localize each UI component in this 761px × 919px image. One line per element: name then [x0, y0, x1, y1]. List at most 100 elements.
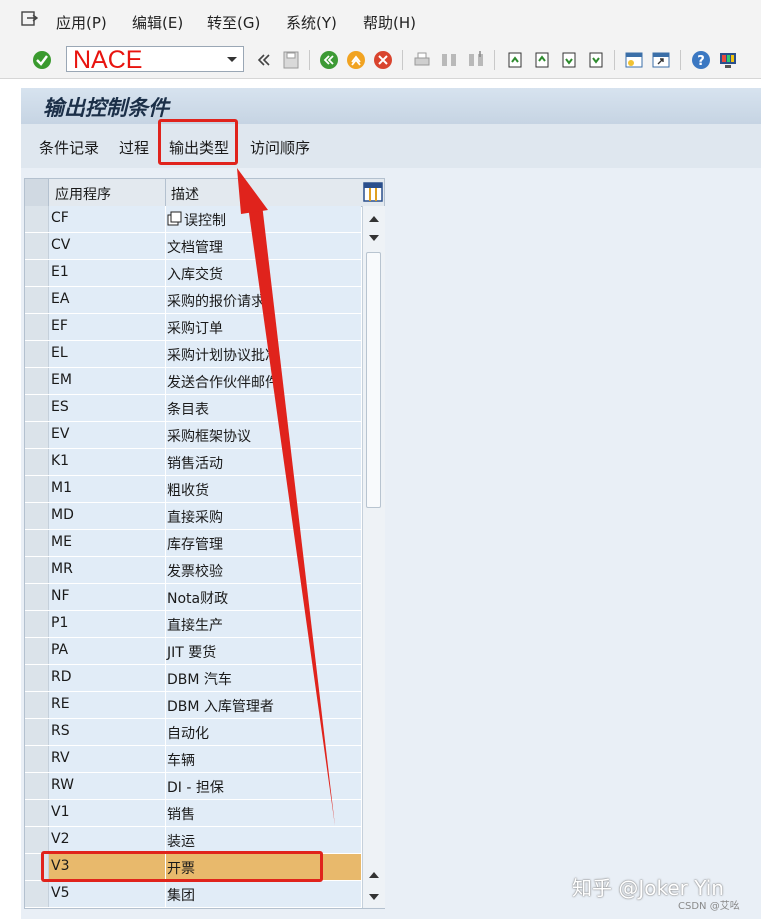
table-row[interactable]: K1 销售活动 — [25, 449, 361, 476]
row-selector[interactable] — [25, 503, 49, 529]
row-selector[interactable] — [25, 530, 49, 556]
back-icon[interactable] — [319, 50, 339, 70]
cell-application[interactable]: CV — [49, 233, 166, 260]
row-selector[interactable] — [25, 800, 49, 826]
menu-item-application[interactable]: 应用(P) — [56, 12, 107, 33]
cell-application[interactable]: PA — [49, 638, 166, 665]
cell-description[interactable]: 文档管理 — [166, 233, 361, 260]
table-row[interactable]: V2 装运 — [25, 827, 361, 854]
cell-description[interactable]: 采购框架协议 — [166, 422, 361, 449]
cancel-icon[interactable] — [373, 50, 393, 70]
table-row[interactable]: P1 直接生产 — [25, 611, 361, 638]
cell-description[interactable]: 库存管理 — [166, 530, 361, 557]
row-selector[interactable] — [25, 665, 49, 691]
cell-description[interactable]: DBM 入库管理者 — [166, 692, 361, 719]
menu-item-goto[interactable]: 转至(G) — [207, 12, 260, 33]
scroll-down-icon[interactable] — [368, 233, 380, 243]
table-row[interactable]: RV 车辆 — [25, 746, 361, 773]
table-row[interactable]: RS 自动化 — [25, 719, 361, 746]
row-selector[interactable] — [25, 638, 49, 664]
cell-application[interactable]: ES — [49, 395, 166, 422]
cell-description[interactable]: 入库交货 — [166, 260, 361, 287]
cell-application[interactable]: RD — [49, 665, 166, 692]
procedures-button[interactable]: 过程 — [119, 137, 149, 158]
table-row[interactable]: EL 采购计划协议批准 — [25, 341, 361, 368]
row-selector[interactable] — [25, 368, 49, 394]
row-selector[interactable] — [25, 395, 49, 421]
table-row[interactable]: RE DBM 入库管理者 — [25, 692, 361, 719]
row-selector[interactable] — [25, 719, 49, 745]
cell-description[interactable]: 误控制 — [166, 206, 361, 233]
column-header-description[interactable]: 描述 — [171, 184, 199, 204]
row-selector[interactable] — [25, 260, 49, 286]
print-icon[interactable] — [412, 50, 432, 70]
cell-application[interactable]: E1 — [49, 260, 166, 287]
menu-item-system[interactable]: 系统(Y) — [286, 12, 337, 33]
cell-description[interactable]: 车辆 — [166, 746, 361, 773]
table-row[interactable]: RD DBM 汽车 — [25, 665, 361, 692]
cell-application[interactable]: RE — [49, 692, 166, 719]
row-selector[interactable] — [25, 881, 49, 907]
cell-application[interactable]: CF — [49, 206, 166, 233]
row-selector[interactable] — [25, 314, 49, 340]
table-row[interactable]: M1 粗收货 — [25, 476, 361, 503]
scroll-up-icon[interactable] — [368, 214, 380, 224]
prev-page-icon[interactable] — [532, 50, 552, 70]
row-selector[interactable] — [25, 746, 49, 772]
command-field[interactable]: NACE — [66, 46, 244, 73]
cell-application[interactable]: MR — [49, 557, 166, 584]
table-row[interactable]: NF Nota财政 — [25, 584, 361, 611]
cell-application[interactable]: V1 — [49, 800, 166, 827]
cell-description[interactable]: 采购订单 — [166, 314, 361, 341]
copy-icon[interactable] — [167, 211, 183, 227]
cell-description[interactable]: 集团 — [166, 881, 361, 908]
row-selector[interactable] — [25, 557, 49, 583]
table-settings-icon[interactable] — [363, 182, 383, 202]
table-row[interactable]: PA JIT 要货 — [25, 638, 361, 665]
table-row[interactable]: V5 集团 — [25, 881, 361, 908]
row-selector[interactable] — [25, 287, 49, 313]
shortcut-icon[interactable] — [651, 50, 671, 70]
menu-exit-icon[interactable] — [20, 10, 38, 28]
select-all-cell[interactable] — [25, 179, 49, 206]
row-selector[interactable] — [25, 827, 49, 853]
cell-description[interactable]: 直接采购 — [166, 503, 361, 530]
find-next-icon[interactable] — [466, 50, 486, 70]
cell-application[interactable]: ME — [49, 530, 166, 557]
cell-description[interactable]: 直接生产 — [166, 611, 361, 638]
cell-application[interactable]: EA — [49, 287, 166, 314]
row-selector[interactable] — [25, 584, 49, 610]
cell-description[interactable]: 粗收货 — [166, 476, 361, 503]
row-selector[interactable] — [25, 206, 49, 232]
cell-application[interactable]: V5 — [49, 881, 166, 908]
menu-item-help[interactable]: 帮助(H) — [363, 12, 416, 33]
cell-description[interactable]: Nota财政 — [166, 584, 361, 611]
table-row[interactable]: E1 入库交货 — [25, 260, 361, 287]
cell-application[interactable]: K1 — [49, 449, 166, 476]
menu-item-edit[interactable]: 编辑(E) — [132, 12, 183, 33]
help-icon[interactable]: ? — [691, 50, 711, 70]
table-row[interactable]: ME 库存管理 — [25, 530, 361, 557]
row-selector[interactable] — [25, 341, 49, 367]
cell-application[interactable]: MD — [49, 503, 166, 530]
table-row[interactable]: MD 直接采购 — [25, 503, 361, 530]
column-header-application[interactable]: 应用程序 — [55, 184, 111, 204]
row-selector[interactable] — [25, 611, 49, 637]
row-selector[interactable] — [25, 773, 49, 799]
last-page-icon[interactable] — [586, 50, 606, 70]
cell-application[interactable]: NF — [49, 584, 166, 611]
condition-records-button[interactable]: 条件记录 — [39, 137, 99, 158]
find-icon[interactable] — [439, 50, 459, 70]
cell-description[interactable]: 采购计划协议批准 — [166, 341, 361, 368]
row-selector[interactable] — [25, 449, 49, 475]
scroll-page-down-icon[interactable] — [368, 892, 380, 902]
new-session-icon[interactable] — [624, 50, 644, 70]
command-field-value[interactable]: NACE — [73, 47, 142, 73]
cell-application[interactable]: P1 — [49, 611, 166, 638]
row-selector[interactable] — [25, 476, 49, 502]
table-row[interactable]: CF 误控制 — [25, 206, 361, 233]
cell-description[interactable]: 发票校验 — [166, 557, 361, 584]
cell-application[interactable]: EF — [49, 314, 166, 341]
cell-application[interactable]: M1 — [49, 476, 166, 503]
vertical-scrollbar[interactable] — [362, 206, 385, 908]
